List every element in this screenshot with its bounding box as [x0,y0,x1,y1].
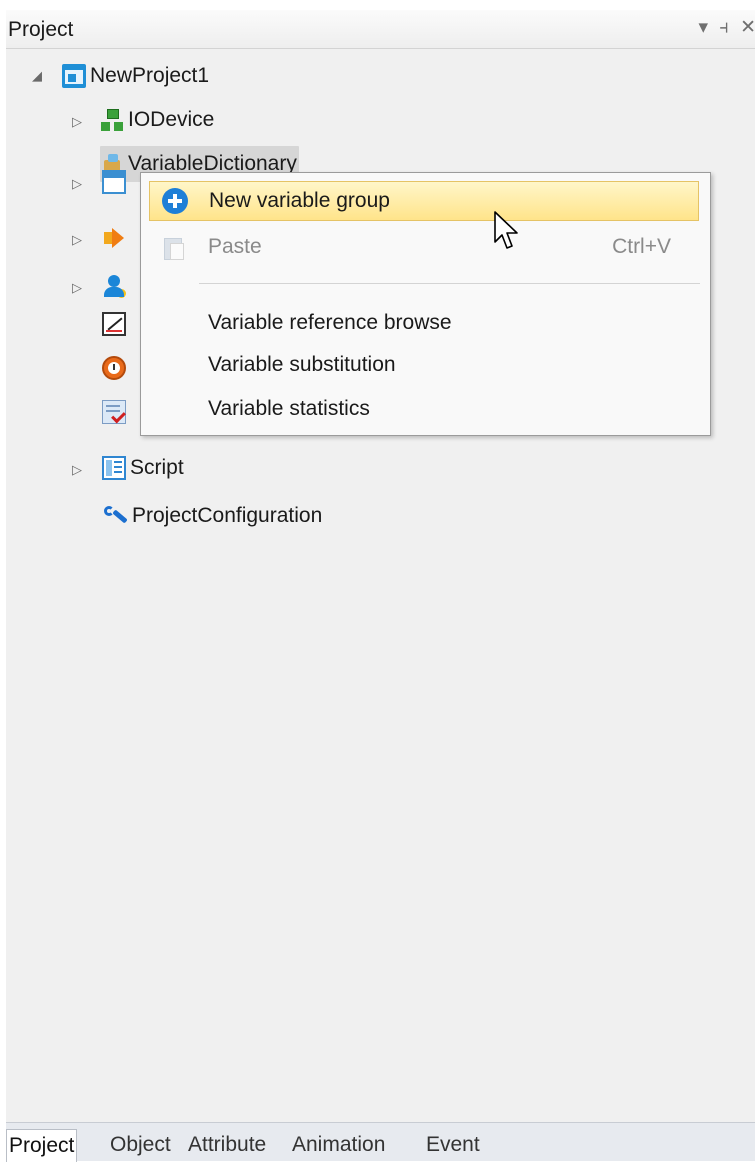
tree-item-label: IODevice [128,108,215,131]
tab-animation[interactable]: Animation [290,1129,387,1161]
tree-item-user[interactable] [102,268,130,304]
expand-arrow-icon[interactable]: ▷ [70,462,84,478]
dropdown-icon[interactable]: ▾ [698,16,711,39]
window-icon [102,170,126,194]
tree-item-trend[interactable] [102,306,130,342]
menu-item-label: Variable reference browse [208,311,452,334]
tree-item-newproject1[interactable]: NewProject1 [62,58,209,94]
expand-arrow-icon[interactable]: ▷ [70,232,84,248]
tree-item-label: Script [130,456,184,479]
menu-item-label: New variable group [209,189,390,212]
bottom-tab-bar: Project Object Attribute Animation Event [6,1122,755,1162]
tree-item-clock[interactable] [102,350,130,386]
panel-window-buttons: ▾ ⫞ ✕ [698,16,755,39]
close-icon[interactable]: ✕ [740,16,755,39]
tree-item-script[interactable]: Script [102,450,184,486]
tab-object[interactable]: Object [108,1129,173,1161]
trend-icon [102,312,126,336]
pin-icon[interactable]: ⫞ [719,17,732,39]
expand-arrow-icon[interactable]: ▷ [70,176,84,192]
menu-item-new-variable-group[interactable]: New variable group [149,181,699,221]
tree-item-report[interactable] [102,394,130,430]
menu-item-paste[interactable]: Paste Ctrl+V [149,227,699,267]
user-icon [102,274,126,298]
panel-title: Project [8,18,74,41]
collapse-arrow-icon[interactable]: ◢ [30,68,44,84]
wrench-icon [104,504,128,528]
context-menu: New variable group Paste Ctrl+V Variable… [140,172,711,436]
add-circle-icon [162,188,188,214]
menu-item-variable-substitution[interactable]: Variable substitution [149,345,699,385]
tree-item-projectconfiguration[interactable]: ProjectConfiguration [104,498,322,534]
tab-project[interactable]: Project [6,1129,78,1162]
tab-event[interactable]: Event [424,1129,482,1161]
io-device-icon [100,108,124,132]
expand-arrow-icon[interactable]: ▷ [70,280,84,296]
menu-item-label: Paste [208,235,262,258]
tree-item-label: NewProject1 [90,64,210,87]
report-icon [102,400,126,424]
alarm-icon [102,226,126,250]
mouse-cursor-icon [494,211,518,249]
project-icon [62,64,86,88]
tree-item-iodevice[interactable]: IODevice [100,102,214,138]
panel-titlebar: Project ▾ ⫞ ✕ [6,10,755,49]
tab-attribute[interactable]: Attribute [186,1129,268,1161]
menu-item-variable-statistics[interactable]: Variable statistics [149,389,699,429]
tree-item-alarm[interactable] [102,220,130,256]
paste-icon [161,234,187,260]
expand-arrow-icon[interactable]: ▷ [70,114,84,130]
menu-item-variable-reference-browse[interactable]: Variable reference browse [149,303,699,343]
tree-item-label: ProjectConfiguration [132,504,323,527]
menu-item-label: Variable statistics [208,397,370,420]
menu-item-label: Variable substitution [208,353,396,376]
clock-icon [102,356,126,380]
script-icon [102,456,126,480]
tree-item-window[interactable] [102,164,130,200]
menu-separator [199,283,700,284]
menu-item-shortcut: Ctrl+V [612,235,671,258]
